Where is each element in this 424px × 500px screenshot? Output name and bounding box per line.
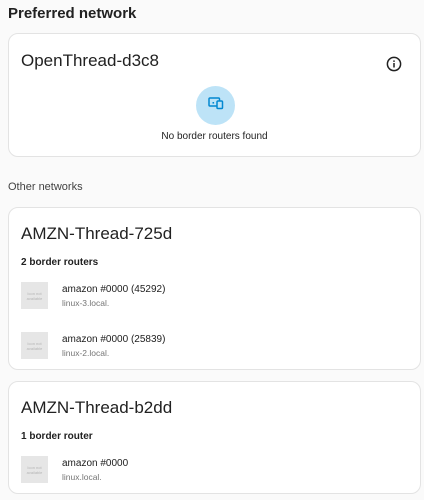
- no-routers-message: No border routers found: [161, 131, 268, 142]
- border-router-count: 2 border routers: [21, 257, 99, 268]
- network-name: AMZN-Thread-725d: [21, 224, 173, 243]
- router-devices-icon: [207, 96, 224, 115]
- router-hostname: linux-2.local.: [62, 348, 110, 358]
- no-routers-icon-circle: [196, 86, 235, 125]
- router-hostname: linux-3.local.: [62, 298, 110, 308]
- other-networks-heading: Other networks: [8, 181, 83, 193]
- thread-networks-page: Preferred network OpenThread-d3c8 No bor…: [0, 0, 424, 500]
- border-router-count: 1 border router: [21, 431, 93, 442]
- network-name: AMZN-Thread-b2dd: [21, 398, 173, 417]
- router-name: amazon #0000: [62, 458, 129, 469]
- border-router-item[interactable]: Icon not available amazon #0000 (45292) …: [9, 282, 420, 312]
- network-card: AMZN-Thread-b2dd 1 border router Icon no…: [8, 381, 421, 494]
- preferred-network-heading: Preferred network: [8, 5, 137, 22]
- preferred-network-card: OpenThread-d3c8 No border routers found: [8, 33, 421, 157]
- info-icon[interactable]: [385, 55, 403, 73]
- border-router-item[interactable]: Icon not available amazon #0000 (25839) …: [9, 332, 420, 362]
- router-name: amazon #0000 (25839): [62, 334, 166, 345]
- router-image-placeholder: Icon not available: [21, 282, 48, 309]
- router-name: amazon #0000 (45292): [62, 284, 166, 295]
- preferred-network-name: OpenThread-d3c8: [21, 51, 159, 70]
- router-image-placeholder: Icon not available: [21, 456, 48, 483]
- router-image-placeholder: Icon not available: [21, 332, 48, 359]
- network-card: AMZN-Thread-725d 2 border routers Icon n…: [8, 207, 421, 370]
- router-hostname: linux.local.: [62, 472, 102, 482]
- border-router-item[interactable]: Icon not available amazon #0000 linux.lo…: [9, 456, 420, 486]
